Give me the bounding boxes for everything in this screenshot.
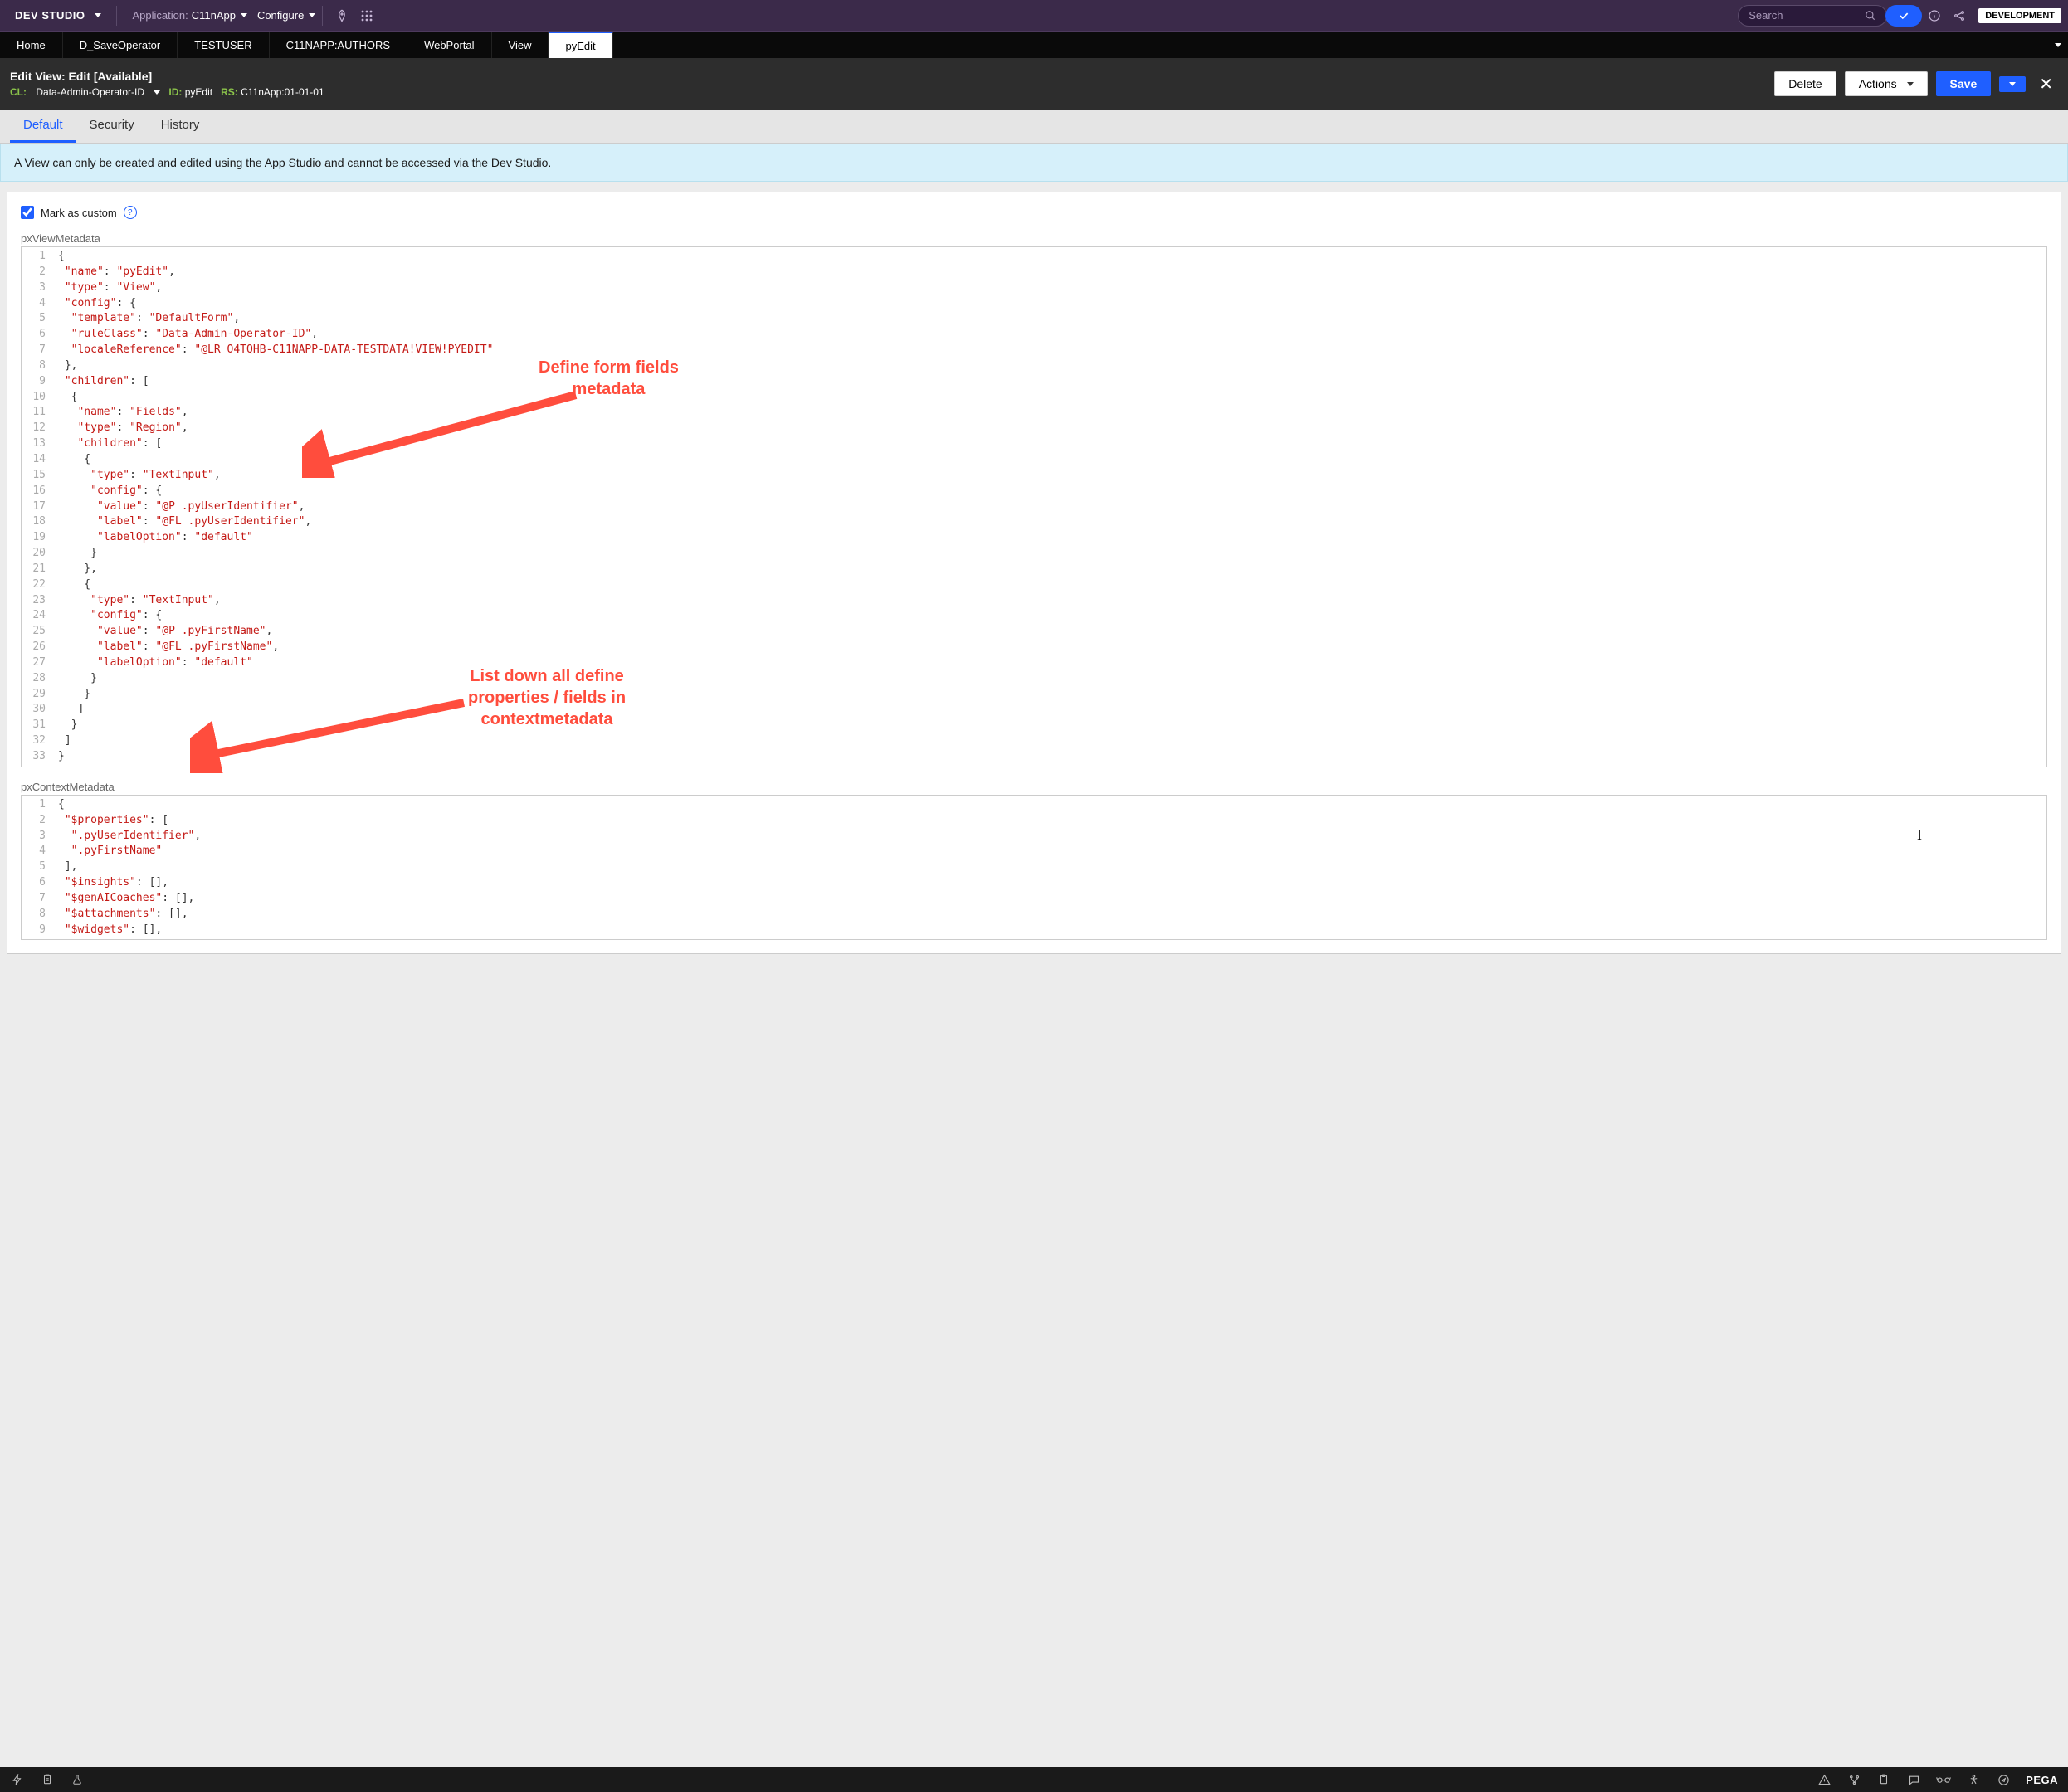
tab-save-operator[interactable]: D_SaveOperator	[63, 32, 178, 58]
share-icon[interactable]	[1952, 8, 1967, 23]
chevron-down-icon	[241, 13, 247, 17]
save-button[interactable]: Save	[1936, 71, 1992, 96]
sub-tabs: Default Security History	[0, 110, 2068, 144]
subtab-default[interactable]: Default	[10, 110, 76, 143]
search-placeholder: Search	[1749, 9, 1783, 22]
accessibility-icon[interactable]	[1966, 1772, 1981, 1787]
subtab-security[interactable]: Security	[76, 110, 148, 143]
divider	[116, 6, 117, 26]
chevron-down-icon	[1907, 82, 1914, 86]
bolt-icon[interactable]	[10, 1772, 25, 1787]
subtab-history[interactable]: History	[148, 110, 213, 143]
actions-button[interactable]: Actions	[1845, 71, 1928, 96]
check-icon	[1898, 10, 1909, 22]
configure-label: Configure	[257, 9, 304, 22]
top-bar: DEV STUDIO Application: C11nApp Configur…	[0, 0, 2068, 32]
glasses-icon[interactable]	[1936, 1772, 1951, 1787]
chevron-down-icon	[2009, 82, 2016, 86]
divider	[322, 6, 323, 26]
editor1-label: pxViewMetadata	[21, 232, 2047, 245]
tab-webportal[interactable]: WebPortal	[407, 32, 491, 58]
app-value: C11nApp	[192, 9, 236, 22]
search-submit-button[interactable]	[1885, 5, 1922, 27]
app-switcher[interactable]: C11nApp	[192, 9, 247, 22]
tab-home[interactable]: Home	[0, 32, 63, 58]
save-dropdown-button[interactable]	[1999, 76, 2026, 92]
env-badge: DEVELOPMENT	[1978, 8, 2061, 23]
tab-pyedit[interactable]: pyEdit	[549, 32, 612, 58]
delete-button[interactable]: Delete	[1774, 71, 1836, 96]
flask-icon[interactable]	[70, 1772, 85, 1787]
compass-icon[interactable]	[1996, 1772, 2011, 1787]
view-metadata-editor[interactable]: 1234567891011121314151617181920212223242…	[21, 246, 2047, 767]
context-metadata-editor[interactable]: 123456789{ "$properties": [ ".pyUserIden…	[21, 795, 2047, 941]
tab-view[interactable]: View	[492, 32, 549, 58]
search-icon	[1865, 10, 1876, 22]
content-panel: Mark as custom ? pxViewMetadata 12345678…	[7, 192, 2061, 954]
mark-as-custom-label: Mark as custom	[41, 207, 117, 219]
info-banner: A View can only be created and edited us…	[0, 144, 2068, 182]
help-icon[interactable]: ?	[124, 206, 137, 219]
search-input[interactable]: Search	[1738, 5, 1887, 27]
tab-authors[interactable]: C11NAPP:AUTHORS	[270, 32, 407, 58]
clipboard-icon[interactable]	[40, 1772, 55, 1787]
brand[interactable]: DEV STUDIO	[7, 9, 110, 22]
chevron-down-icon	[95, 13, 101, 17]
chevron-down-icon	[2055, 43, 2061, 47]
pega-brand: PEGA	[2026, 1774, 2058, 1786]
clipboard2-icon[interactable]	[1876, 1772, 1891, 1787]
page-title: Edit View: Edit [Available]	[10, 70, 324, 83]
tabs-bar: Home D_SaveOperator TESTUSER C11NAPP:AUT…	[0, 32, 2068, 58]
branches-icon[interactable]	[1846, 1772, 1861, 1787]
chevron-down-icon	[154, 90, 160, 95]
text-cursor: I	[1917, 824, 1922, 845]
brand-label: DEV STUDIO	[15, 9, 85, 22]
status-bar: PEGA	[0, 1767, 2068, 1792]
rocket-icon[interactable]	[334, 8, 349, 23]
app-label: Application:	[132, 9, 188, 22]
editor2-label: pxContextMetadata	[21, 781, 2047, 793]
tabs-overflow[interactable]	[2048, 32, 2068, 58]
rule-header: Edit View: Edit [Available] CL: Data-Adm…	[0, 58, 2068, 110]
close-button[interactable]: ✕	[2034, 74, 2058, 95]
chevron-down-icon	[309, 13, 315, 17]
mark-as-custom-checkbox[interactable]	[21, 206, 34, 219]
tab-testuser[interactable]: TESTUSER	[178, 32, 269, 58]
apps-grid-icon[interactable]	[359, 8, 374, 23]
resize-handle[interactable]: ⦀	[0, 938, 2, 963]
info-icon[interactable]	[1927, 8, 1942, 23]
chat-icon[interactable]	[1906, 1772, 1921, 1787]
configure-menu[interactable]: Configure	[257, 9, 315, 22]
class-picker[interactable]: CL: Data-Admin-Operator-ID	[10, 86, 160, 98]
warning-icon[interactable]	[1817, 1772, 1831, 1787]
